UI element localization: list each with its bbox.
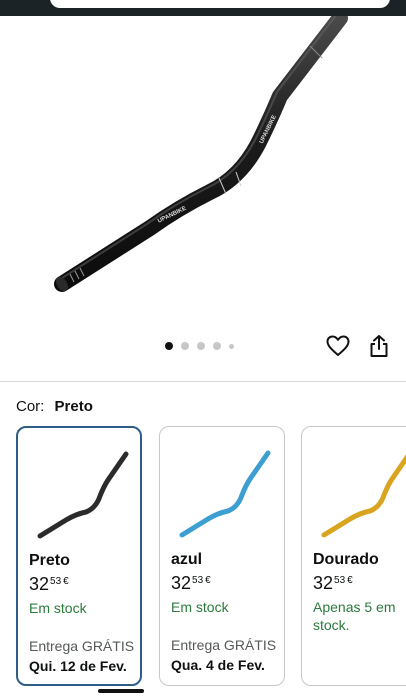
- price-cents: 53: [334, 575, 346, 586]
- variant-thumbnail: [321, 454, 406, 538]
- handlebar-image: UPANBIKE UPANBIKE: [54, 10, 348, 292]
- selected-color-value: Preto: [54, 398, 93, 415]
- price-cents: 53: [50, 576, 62, 587]
- image-carousel-dots[interactable]: [165, 341, 234, 351]
- variant-thumbnail: [179, 450, 271, 538]
- top-bar: [0, 0, 406, 16]
- color-variant-list[interactable]: Preto 3253 € Em stock Entrega GRÁTIS Qui.…: [16, 426, 406, 688]
- variant-name: azul: [171, 551, 203, 568]
- search-field-edge[interactable]: [50, 0, 390, 8]
- variant-card-dourado[interactable]: Dourado 3253 € Apenas 5 em stock.: [301, 426, 406, 686]
- variant-delivery-date: Qua. 4 de Fev.: [171, 657, 265, 673]
- variant-card-azul[interactable]: azul 3253 € Em stock Entrega GRÁTIS Qua. …: [159, 426, 285, 686]
- carousel-dot[interactable]: [213, 342, 221, 350]
- variant-price: 3253 €: [313, 573, 353, 594]
- price-currency: €: [63, 576, 69, 587]
- price-cents: 53: [192, 575, 204, 586]
- variant-thumbnail: [37, 451, 129, 539]
- carousel-dot[interactable]: [165, 342, 173, 350]
- section-divider: [0, 381, 406, 382]
- color-label: Cor:: [16, 398, 45, 415]
- variant-price: 3253 €: [29, 574, 69, 595]
- variant-price: 3253 €: [171, 573, 211, 594]
- variant-name: Dourado: [313, 551, 379, 568]
- price-whole: 32: [29, 574, 50, 594]
- heart-outline-icon: [326, 335, 350, 356]
- carousel-dot[interactable]: [197, 342, 205, 350]
- favorite-button[interactable]: [325, 333, 351, 359]
- variant-stock: Apenas 5 em stock.: [313, 599, 396, 633]
- price-whole: 32: [313, 573, 334, 593]
- scroll-indicator: [98, 689, 144, 693]
- variant-card-preto[interactable]: Preto 3253 € Em stock Entrega GRÁTIS Qui.…: [16, 426, 142, 686]
- product-image-main[interactable]: UPANBIKE UPANBIKE: [0, 10, 406, 332]
- variant-delivery-date: Qui. 12 de Fev.: [29, 658, 127, 674]
- price-currency: €: [205, 575, 211, 586]
- variant-name: Preto: [29, 552, 70, 569]
- variant-delivery: Entrega GRÁTIS: [171, 637, 277, 653]
- color-selector-header: Cor: Preto: [16, 398, 93, 415]
- share-button[interactable]: [366, 333, 392, 359]
- carousel-dot[interactable]: [229, 343, 234, 349]
- variant-stock: Em stock: [29, 600, 87, 616]
- share-icon: [370, 335, 388, 357]
- carousel-dot[interactable]: [181, 342, 189, 350]
- price-whole: 32: [171, 573, 192, 593]
- price-currency: €: [347, 575, 353, 586]
- variant-delivery: Entrega GRÁTIS: [29, 638, 135, 654]
- variant-stock: Em stock: [171, 599, 229, 615]
